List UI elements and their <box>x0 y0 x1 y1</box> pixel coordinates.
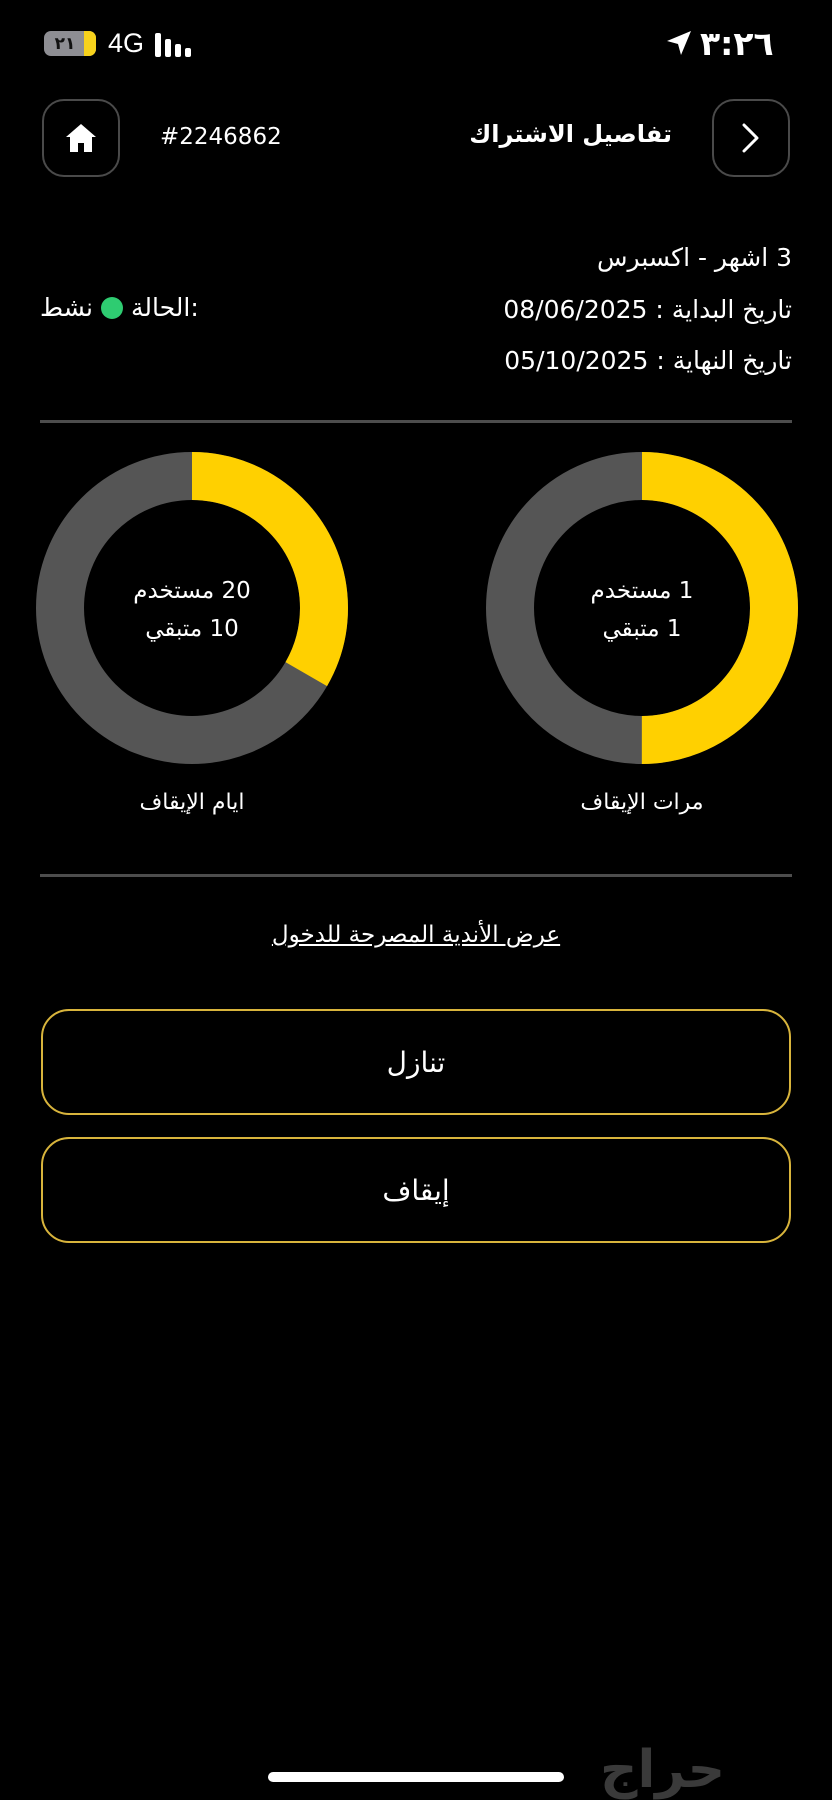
freeze-times-used: 1 مستخدم <box>590 578 694 604</box>
home-icon <box>66 124 96 152</box>
start-date: تاريخ البداية : 08/06/2025 <box>503 295 792 324</box>
status-label: الحالة: <box>131 293 199 322</box>
home-indicator <box>268 1772 564 1782</box>
end-date: تاريخ النهاية : 05/10/2025 <box>504 346 792 375</box>
divider <box>40 874 792 877</box>
waive-button[interactable]: تنازل <box>41 1009 791 1115</box>
chevron-right-icon <box>742 123 759 153</box>
freeze-button[interactable]: إيقاف <box>41 1137 791 1243</box>
divider <box>40 420 792 423</box>
freeze-times-chart: 1 مستخدم 1 متبقي <box>486 452 798 764</box>
subscription-details-screen: ٢١ 4G ٣:٢٦ #2246862 تفاصيل الاشتراك 3 اش… <box>0 0 832 1800</box>
status-dot <box>101 296 123 319</box>
freeze-days-label: ايام الإيقاف <box>139 790 245 815</box>
allowed-clubs-link[interactable]: عرض الأندية المصرحة للدخول <box>0 922 832 948</box>
freeze-times-remaining: 1 متبقي <box>602 616 682 642</box>
freeze-times-label: مرات الإيقاف <box>580 790 704 815</box>
page-title: تفاصيل الاشتراك <box>469 120 672 148</box>
network-type: 4G <box>108 28 145 58</box>
freeze-days-used: 20 مستخدم <box>133 578 251 604</box>
freeze-days-chart: 20 مستخدم 10 متبقي <box>36 452 348 764</box>
home-button[interactable] <box>42 99 120 177</box>
status-bar: ٢١ 4G ٣:٢٦ <box>0 0 832 90</box>
plan-name: 3 اشهر - اكسبرس <box>597 243 792 272</box>
freeze-days-remaining: 10 متبقي <box>145 616 239 642</box>
watermark-logo: حراج <box>600 1740 726 1800</box>
signal-icon <box>155 33 191 57</box>
status-value: نشط <box>40 293 93 322</box>
battery-level: ٢١ <box>54 33 76 54</box>
location-arrow-icon <box>667 31 691 55</box>
battery-icon: ٢١ <box>44 31 96 56</box>
subscription-id: #2246862 <box>160 124 282 150</box>
clock: ٣:٢٦ <box>700 24 774 63</box>
back-button[interactable] <box>712 99 790 177</box>
status-indicator: الحالة: نشط <box>40 293 199 322</box>
